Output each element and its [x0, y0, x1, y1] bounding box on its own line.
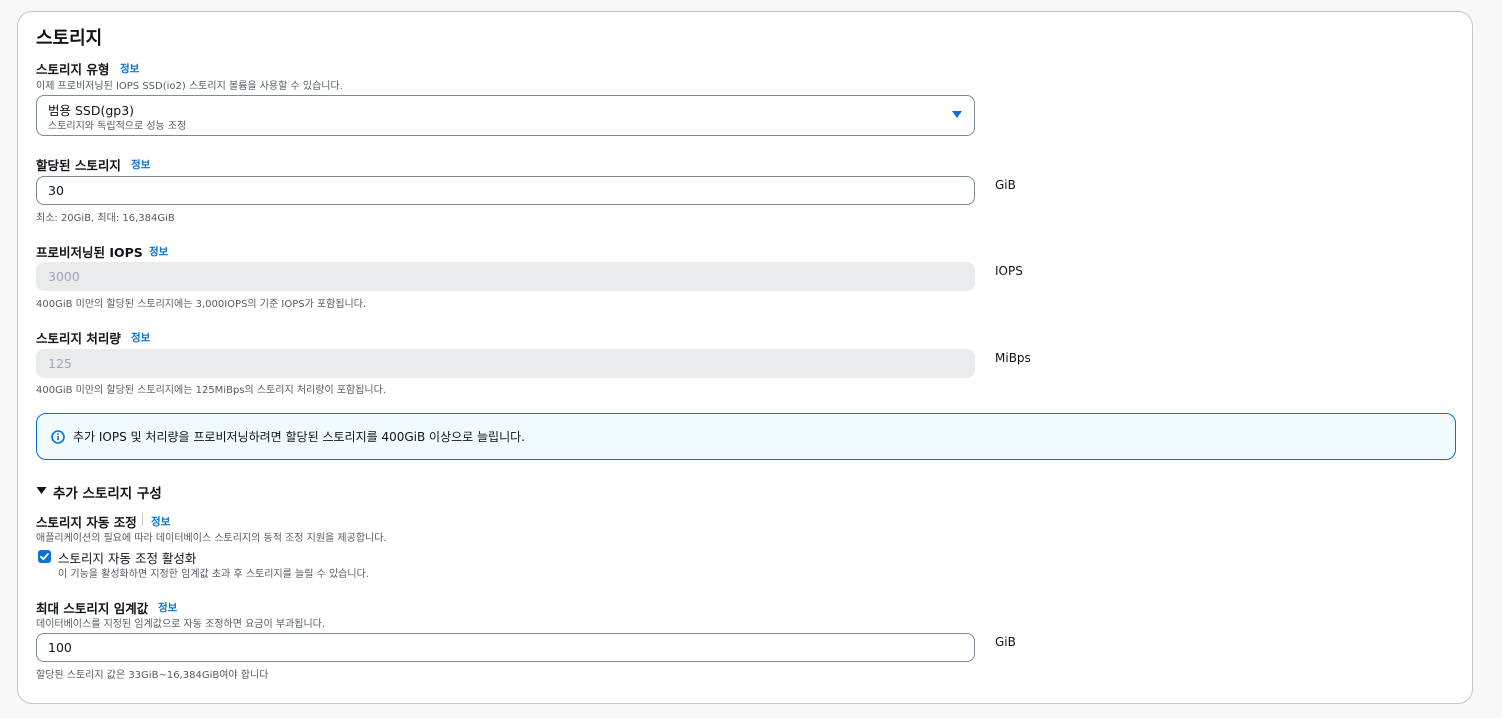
- max-storage-threshold-unit: GiB: [995, 635, 1016, 649]
- storage-type-label: 스토리지 유형: [36, 62, 110, 77]
- provisioned-iops-input: 3000: [36, 262, 975, 291]
- allocated-storage-input[interactable]: 30: [36, 176, 975, 205]
- max-storage-threshold-info-link[interactable]: 정보: [158, 600, 177, 615]
- autoscaling-checkbox[interactable]: [38, 550, 51, 563]
- allocated-storage-label: 할당된 스토리지: [36, 158, 121, 173]
- max-storage-threshold-hint: 할당된 스토리지 값은 33GiB~16,384GiB여야 합니다: [36, 670, 269, 681]
- autoscaling-info-link[interactable]: 정보: [151, 514, 170, 529]
- storage-type-info-link[interactable]: 정보: [120, 61, 139, 76]
- storage-type-select[interactable]: 범용 SSD(gp3) 스토리지와 독립적으로 성능 조정: [36, 95, 975, 136]
- autoscaling-description: 애플리케이션의 필요에 따라 데이터베이스 스토리지의 동적 조정 지원을 제공…: [36, 533, 387, 544]
- additional-storage-config-label: 추가 스토리지 구성: [53, 486, 162, 502]
- allocated-storage-info-link[interactable]: 정보: [131, 157, 150, 172]
- storage-throughput-info-link[interactable]: 정보: [131, 330, 150, 345]
- max-storage-threshold-input[interactable]: 100: [36, 633, 975, 662]
- provisioned-iops-unit: IOPS: [995, 264, 1023, 278]
- provisioned-iops-info-link[interactable]: 정보: [149, 244, 168, 259]
- storage-throughput-input: 125: [36, 349, 975, 378]
- provisioned-iops-hint: 400GiB 미만의 할당된 스토리지에는 3,000IOPS의 기준 IOPS…: [36, 299, 367, 310]
- section-title: 스토리지: [36, 28, 103, 49]
- allocated-storage-unit: GiB: [995, 178, 1016, 192]
- autoscaling-checkbox-description: 이 기능을 활성화하면 지정한 임계값 초과 후 스토리지를 늘릴 수 있습니다…: [58, 569, 369, 580]
- info-circle-icon: [51, 430, 65, 444]
- storage-type-description: 이제 프로비저닝된 IOPS SSD(io2) 스토리지 볼륨을 사용할 수 있…: [36, 81, 343, 92]
- caret-down-icon: [36, 487, 47, 494]
- info-alert: 추가 IOPS 및 처리량을 프로비저닝하려면 할당된 스토리지를 400GiB…: [36, 413, 1456, 460]
- storage-type-selected-description: 스토리지와 독립적으로 성능 조정: [48, 121, 187, 132]
- allocated-storage-hint: 최소: 20GiB, 최대: 16,384GiB: [36, 213, 175, 224]
- storage-panel: 스토리지 스토리지 유형 정보 이제 프로비저닝된 IOPS SSD(io2) …: [17, 11, 1473, 704]
- checkmark-icon: [40, 553, 49, 561]
- storage-throughput-unit: MiBps: [995, 351, 1031, 365]
- max-storage-threshold-description: 데이터베이스를 지정된 임계값으로 자동 조정하면 요금이 부과됩니다.: [36, 619, 326, 630]
- storage-throughput-hint: 400GiB 미만의 할당된 스토리지에는 125MiBps의 스토리지 처리량…: [36, 385, 387, 396]
- provisioned-iops-label: 프로비저닝된 IOPS: [36, 245, 143, 260]
- storage-throughput-label: 스토리지 처리량: [36, 331, 121, 346]
- caret-down-icon: [952, 111, 962, 118]
- info-alert-text: 추가 IOPS 및 처리량을 프로비저닝하려면 할당된 스토리지를 400GiB…: [73, 430, 525, 444]
- divider: [142, 513, 143, 526]
